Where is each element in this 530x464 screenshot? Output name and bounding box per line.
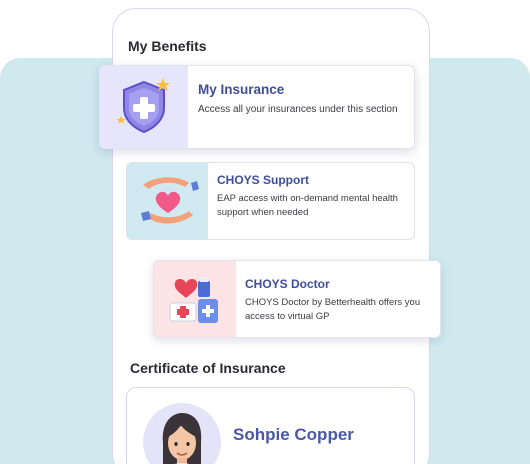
certificate-heading: Certificate of Insurance [130,360,286,376]
my-insurance-card[interactable]: My Insurance Access all your insurances … [99,65,415,149]
card-description: EAP access with on-demand mental health … [217,193,398,218]
doctor-thumbnail [154,261,236,337]
choys-doctor-card[interactable]: CHOYS Doctor CHOYS Doctor by Betterhealt… [153,260,441,338]
certificate-card[interactable]: Sohpie Copper [126,387,415,464]
insurance-thumbnail [100,66,188,148]
support-thumbnail [127,163,208,239]
heart-hands-icon [140,177,199,224]
certificate-holder-name: Sohpie Copper [233,425,354,444]
user-avatar-icon [162,413,202,464]
card-description: Access all your insurances under this se… [198,104,398,115]
card-description: CHOYS Doctor by Betterhealth offers you … [245,297,421,322]
my-benefits-heading: My Benefits [128,38,207,54]
avatar [143,403,221,464]
medical-kit-icon [169,277,218,323]
card-title: CHOYS Support [217,173,309,187]
card-title: My Insurance [198,82,285,97]
card-title: CHOYS Doctor [245,277,330,291]
choys-support-card[interactable]: CHOYS Support EAP access with on-demand … [126,162,415,240]
insurance-shield-icon [116,78,170,134]
